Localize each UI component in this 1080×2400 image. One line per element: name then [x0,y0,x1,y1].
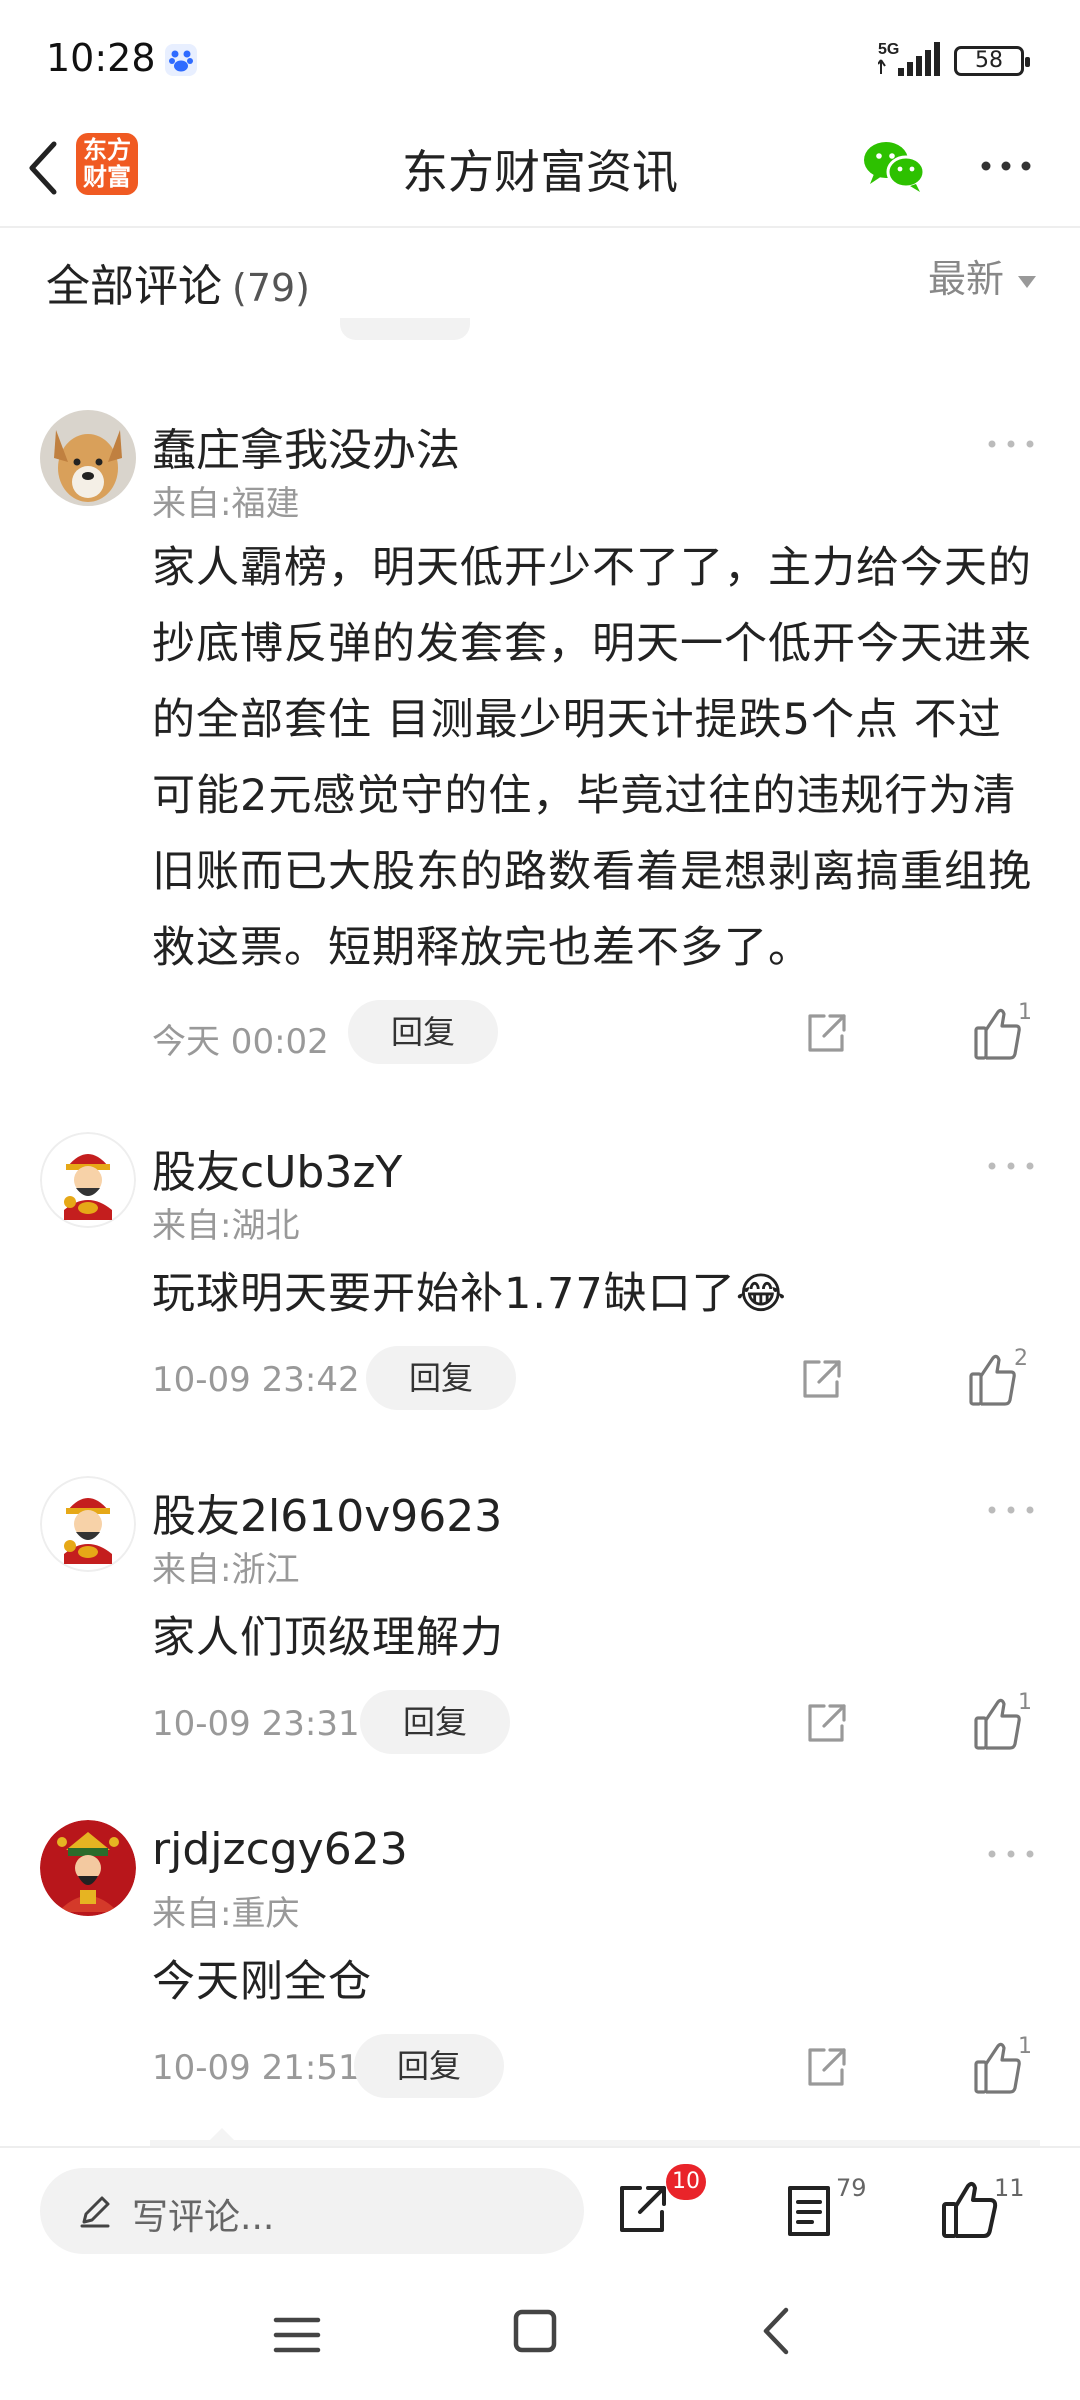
comment-location: 来自:浙江 [152,1550,300,1590]
thumbs-up-icon [942,2181,998,2238]
comments-title: 全部评论 (79) [46,250,310,314]
share-article-button[interactable] [614,2182,670,2238]
comment-location: 来自:重庆 [152,1894,300,1934]
more-options-button[interactable] [976,138,1036,194]
comment-timestamp: 今天 00:02 [152,1022,329,1062]
home-button[interactable] [512,2308,558,2354]
bottom-action-bar: 写评论... 10 79 11 [0,2146,1080,2270]
thumbs-up-icon [969,1354,1016,1406]
menu-icon [273,2317,321,2353]
share-button[interactable] [802,1700,850,1748]
like-count: 2 [1014,1346,1028,1371]
comment-body: 玩球明天要开始补1.77缺口了😂 [152,1269,787,1319]
comment-username[interactable]: 股友2l610v9623 [152,1480,502,1544]
share-count-badge: 10 [666,2164,706,2200]
wechat-share-button[interactable] [860,138,928,194]
comment-meta-row: 10-09 23:42 回复 2 [152,1346,1042,1412]
avatar[interactable] [40,410,136,506]
comment-more-button[interactable] [986,1500,1036,1520]
back-button[interactable] [14,130,74,206]
comment-body: 家人们顶级理解力 [152,1613,504,1663]
sort-label: 最新 [927,257,1004,301]
likes-count-label: 11 [994,2174,1025,2202]
eastmoney-logo[interactable]: 东方 财富 [76,133,138,195]
comments-section-header: 全部评论 (79) 最新 [0,228,1080,328]
comment-meta-row: 10-09 21:51 回复 1 [152,2034,1042,2100]
more-dots-icon [981,161,1031,171]
system-back-button[interactable] [756,2304,796,2358]
logo-line2: 财富 [83,163,131,191]
share-button[interactable] [797,1356,845,1404]
baidu-app-icon [165,44,197,76]
app-header: 东方 财富 东方财富资讯 [0,110,1080,228]
network-type-label: 5G [878,41,899,58]
recent-apps-button[interactable] [270,2310,324,2360]
comment-more-button[interactable] [986,434,1036,454]
logo-line1: 东方 [83,136,131,164]
comment-meta-row: 10-09 23:31 回复 1 [152,1690,1042,1756]
share-button[interactable] [802,2044,850,2092]
thumbs-up-icon [974,1698,1021,1750]
square-icon [513,2309,557,2353]
thumbs-up-icon [974,1008,1021,1060]
comment-meta-row: 今天 00:02 回复 1 [152,1000,1042,1066]
comment-username[interactable]: 蠢庄拿我没办法 [152,414,460,478]
pencil-icon [80,2196,110,2228]
more-dots-icon [988,1162,1034,1170]
reply-button[interactable]: 回复 [360,1690,510,1754]
comments-button[interactable] [784,2184,834,2238]
compose-placeholder: 写评论... [132,2197,275,2238]
chevron-left-icon [29,141,57,195]
more-dots-icon [988,440,1034,448]
more-dots-icon [988,1850,1034,1858]
share-icon [808,2048,846,2086]
system-nav-bar [0,2270,1080,2400]
comment-body: 今天刚全仓 [152,1957,372,2007]
comments-count-label: 79 [836,2174,867,2202]
comment-location: 来自:福建 [152,484,300,524]
battery-level: 58 [975,48,1003,73]
share-icon [620,2186,666,2232]
write-comment-input[interactable]: 写评论... [40,2168,584,2254]
avatar[interactable] [40,1132,136,1228]
comment-username[interactable]: rjdjzcgy623 [152,1824,408,1875]
collapsed-reply-stub [340,318,470,340]
comment-username[interactable]: 股友cUb3zY [152,1136,402,1200]
sort-select[interactable]: 最新 [928,248,1036,303]
comment-list-icon [788,2186,830,2236]
share-icon [808,1014,846,1052]
share-icon [803,1360,841,1398]
comment-body: 家人霸榜，明天低开少不了了，主力给今天的抄底博反弹的发套套，明天一个低开今天进来… [152,543,1032,973]
status-time: 10:28 [46,36,156,80]
reply-button[interactable]: 回复 [354,2034,504,2098]
chevron-left-icon [763,2307,789,2355]
comments-title-label: 全部评论 [46,261,222,312]
share-icon [808,1704,846,1742]
status-bar: 10:28 5G 58 [0,0,1080,110]
more-dots-icon [988,1506,1034,1514]
comment-more-button[interactable] [986,1844,1036,1864]
caret-down-icon [1018,275,1036,288]
like-count: 1 [1018,1000,1032,1025]
like-count: 1 [1018,2034,1032,2059]
wechat-icon [864,142,926,192]
thumbs-up-icon [974,2042,1021,2094]
share-button[interactable] [802,1010,850,1058]
reply-button[interactable]: 回复 [348,1000,498,1064]
comment-timestamp: 10-09 23:31 [152,1704,360,1744]
reply-button[interactable]: 回复 [366,1346,516,1410]
comment-location: 来自:湖北 [152,1206,300,1246]
avatar[interactable] [40,1820,136,1916]
comments-count: (79) [232,266,311,310]
comment-more-button[interactable] [986,1156,1036,1176]
comment-timestamp: 10-09 23:42 [152,1360,360,1400]
avatar[interactable] [40,1476,136,1572]
comment-timestamp: 10-09 21:51 [152,2048,360,2088]
signal-5g-icon: 5G [878,41,940,76]
battery-icon: 58 [954,46,1030,76]
like-count: 1 [1018,1690,1032,1715]
